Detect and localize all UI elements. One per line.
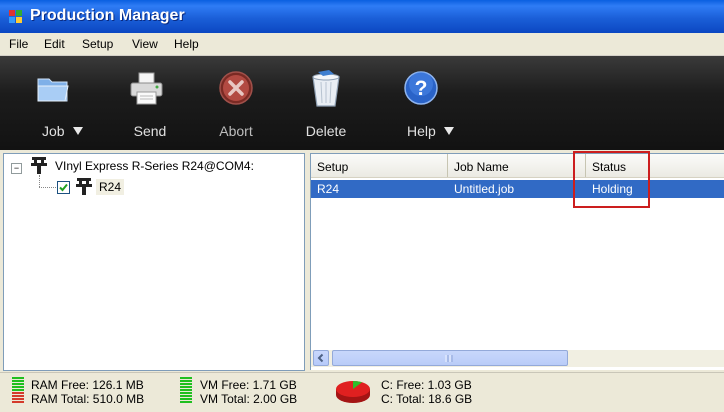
svg-text:?: ?: [415, 77, 428, 100]
job-dropdown-icon: [72, 127, 83, 135]
trash-icon: [312, 70, 340, 107]
scroll-left-button[interactable]: [313, 350, 329, 366]
abort-button[interactable]: Abort: [207, 56, 265, 150]
status-bar: RAM Free: 126.1 MB RAM Total: 510.0 MB V…: [0, 372, 724, 412]
column-job-name[interactable]: Job Name: [448, 154, 586, 177]
abort-icon: [219, 71, 253, 105]
cell-setup: R24: [317, 182, 340, 196]
ram-total: RAM Total: 510.0 MB: [31, 392, 145, 406]
window-title: Production Manager: [30, 7, 185, 24]
table-row[interactable]: R24 Untitled.job Holding: [311, 180, 724, 198]
column-setup[interactable]: Setup: [311, 154, 448, 177]
device-checkbox[interactable]: [57, 181, 70, 194]
toolbar: Job Send Abort Delete ? Help: [0, 56, 724, 150]
ram-meter-icon: [12, 377, 24, 405]
vm-total: VM Total: 2.00 GB: [200, 392, 298, 406]
job-label: Job: [42, 123, 65, 139]
job-list: Setup Job Name Status R24 Untitled.job H…: [310, 153, 724, 370]
folder-icon: [37, 78, 69, 102]
collapse-icon[interactable]: −: [11, 163, 22, 174]
scroll-thumb[interactable]: [332, 350, 568, 366]
ram-free: RAM Free: 126.1 MB: [31, 378, 144, 392]
help-label: Help: [407, 123, 436, 139]
arrow-left-icon: [317, 353, 324, 363]
grip-icon: [445, 355, 453, 362]
checkmark-icon: [59, 183, 68, 192]
vm-free: VM Free: 1.71 GB: [200, 378, 297, 392]
menu-setup[interactable]: Setup: [82, 37, 113, 51]
abort-label: Abort: [219, 123, 253, 139]
tree-child-label[interactable]: R24: [96, 179, 125, 195]
send-button[interactable]: Send: [120, 56, 180, 150]
help-icon: ?: [404, 71, 438, 105]
printer-icon: [130, 72, 163, 105]
menu-bar: File Edit Setup View Help: [0, 33, 724, 56]
menu-file[interactable]: File: [9, 37, 28, 51]
status-highlight-box: [573, 151, 650, 208]
job-button[interactable]: Job: [30, 56, 100, 150]
horizontal-scrollbar[interactable]: [311, 350, 724, 367]
disk-total: C: Total: 18.6 GB: [381, 392, 473, 406]
help-button[interactable]: ? Help: [396, 56, 466, 150]
cell-job-name: Untitled.job: [454, 182, 515, 196]
delete-label: Delete: [305, 123, 347, 139]
tree-root-label[interactable]: VInyl Express R-Series R24@COM4:: [55, 159, 254, 173]
disk-pie-icon: [336, 380, 370, 403]
vm-meter-icon: [180, 377, 192, 405]
cutter-icon: [76, 178, 92, 195]
device-tree: − VInyl Express R-Series R24@COM4: R24: [3, 153, 305, 371]
cutter-icon: [31, 157, 47, 174]
menu-view[interactable]: View: [132, 37, 158, 51]
menu-help[interactable]: Help: [174, 37, 199, 51]
app-icon: [9, 10, 22, 23]
disk-free: C: Free: 1.03 GB: [381, 378, 472, 392]
send-label: Send: [133, 123, 167, 139]
help-dropdown-icon: [443, 127, 454, 135]
menu-edit[interactable]: Edit: [44, 37, 65, 51]
list-header: Setup Job Name Status: [311, 154, 724, 178]
title-bar[interactable]: Production Manager: [0, 0, 724, 33]
delete-button[interactable]: Delete: [296, 56, 356, 150]
